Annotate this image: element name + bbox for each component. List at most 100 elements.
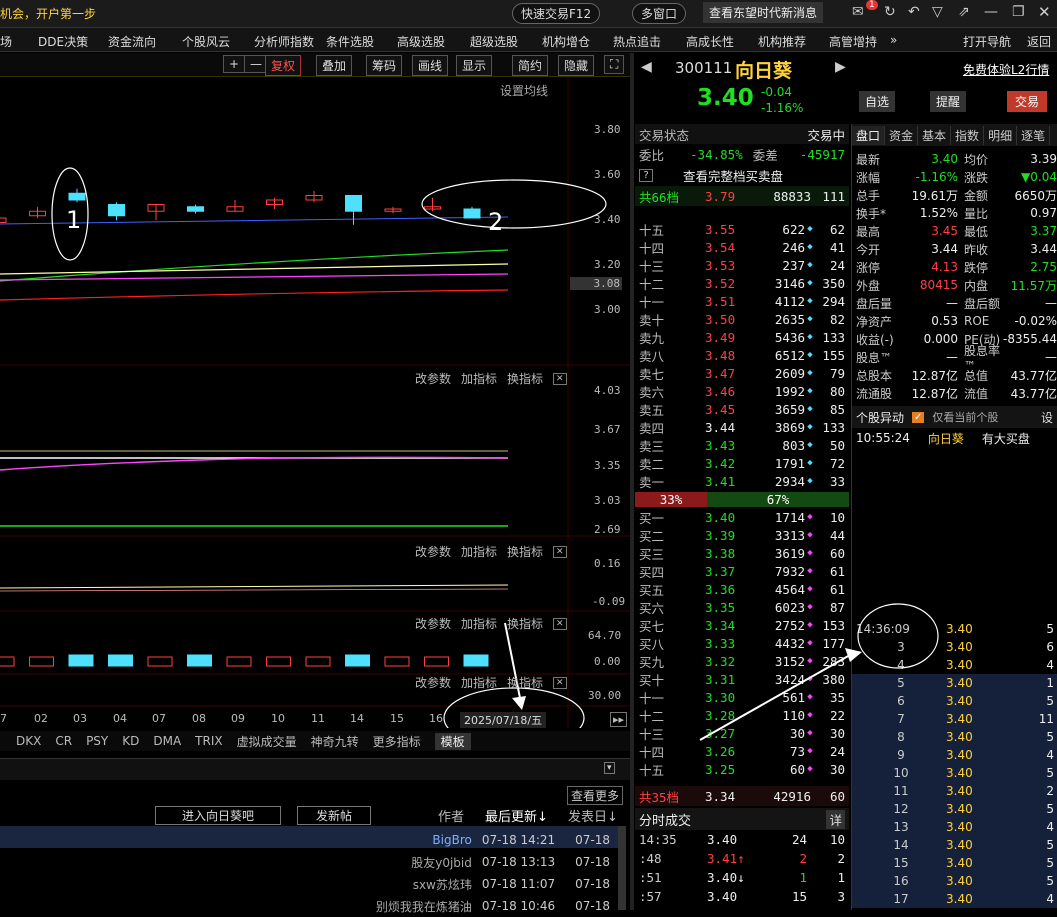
menu-open-nav[interactable]: 打开导航 [963, 33, 1011, 50]
hide-button[interactable]: 隐藏 [558, 55, 595, 76]
share-icon[interactable]: ⇗ [958, 4, 970, 20]
menu-dde[interactable]: DDE决策 [38, 33, 88, 50]
menu-exec[interactable]: 高管增持 [829, 33, 877, 50]
sell-level[interactable]: 卖八 3.48 6512 ◆ 155 [635, 346, 849, 364]
tick-detail-button[interactable]: 详 [826, 809, 845, 829]
full-book-link[interactable]: 查看完整档买卖盘 [683, 166, 783, 185]
mover-row[interactable]: 10:55:24 向日葵 有大买盘 [852, 428, 1057, 448]
ind2-edit-params[interactable]: 改参数 [415, 543, 451, 560]
ind4-close-icon[interactable]: ✕ [553, 676, 567, 689]
sell-level[interactable]: 十三 3.53 237 ◆ 24 [635, 256, 849, 274]
ind2-switch-indicator[interactable]: 换指标 [507, 543, 543, 560]
col-author[interactable]: 作者 [438, 806, 464, 825]
tab-dma[interactable]: DMA [153, 734, 181, 748]
sell-level[interactable]: 十四 3.54 246 ◆ 41 [635, 238, 849, 256]
checkbox-icon[interactable]: ✓ [912, 411, 925, 423]
ind1-add-indicator[interactable]: 加指标 [461, 370, 497, 387]
forum-scrollbar[interactable] [618, 826, 626, 910]
sell-level[interactable]: 卖四 3.44 3869 ◆ 133 [635, 418, 849, 436]
quick-trade-button[interactable]: 快速交易F12 [512, 3, 601, 24]
tab-cr[interactable]: CR [55, 734, 72, 748]
ind4-switch-indicator[interactable]: 换指标 [507, 674, 543, 691]
sell-level[interactable]: 卖三 3.43 803 ◆ 50 [635, 436, 849, 454]
draw-line-button[interactable]: 画线 [412, 55, 449, 76]
ind4-edit-params[interactable]: 改参数 [415, 674, 451, 691]
watchlist-button[interactable]: 自选 [859, 91, 896, 112]
sell-level[interactable]: 卖九 3.49 5436 ◆ 133 [635, 328, 849, 346]
help-icon[interactable]: ? [639, 168, 654, 182]
tab-detail[interactable]: 明细 [984, 125, 1018, 145]
chips-button[interactable]: 筹码 [366, 55, 403, 76]
sell-level[interactable]: 卖五 3.45 3659 ◆ 85 [635, 400, 849, 418]
tab-trix[interactable]: TRIX [195, 734, 222, 748]
menu-growth[interactable]: 高成长性 [686, 33, 734, 50]
ind1-edit-params[interactable]: 改参数 [415, 370, 451, 387]
tab-fund[interactable]: 资金 [885, 125, 919, 145]
alert-button[interactable]: 提醒 [930, 91, 967, 112]
menu-fund-flow[interactable]: 资金流向 [108, 33, 156, 50]
ind2-close-icon[interactable]: ✕ [553, 545, 567, 558]
sell-level[interactable]: 十一 3.51 4112 ◆ 294 [635, 292, 849, 310]
menu-back[interactable]: 返回 [1027, 33, 1051, 50]
tab-psy[interactable]: PSY [86, 734, 108, 748]
col-last-update[interactable]: 最后更新↓ [485, 806, 548, 825]
menu-inst[interactable]: 机构增仓 [542, 33, 590, 50]
display-button[interactable]: 显示 [456, 55, 493, 76]
menu-market[interactable]: 场 [0, 33, 12, 50]
overlay-button[interactable]: 叠加 [316, 55, 353, 76]
minimize-icon[interactable]: — [984, 4, 998, 20]
forum-row[interactable]: sxw苏炫玮 07-18 11:07 07-18 [0, 873, 618, 895]
col-publish[interactable]: 发表日↓ [568, 806, 618, 825]
news-ticker[interactable]: 机会，开户第一步 [0, 5, 96, 22]
tab-kd[interactable]: KD [122, 734, 139, 748]
ind3-close-icon[interactable]: ✕ [553, 617, 567, 630]
forum-row[interactable]: 别烦我我在炼猪油 07-18 10:46 07-18 [0, 895, 618, 917]
sell-level[interactable]: 卖七 3.47 2609 ◆ 79 [635, 364, 849, 382]
tab-template[interactable]: 模板 [434, 732, 471, 750]
prev-stock-icon[interactable]: ◀ [641, 59, 652, 75]
trade-button[interactable]: 交易 [1007, 91, 1048, 112]
tab-pankou[interactable]: 盘口 [852, 125, 886, 145]
buy-level[interactable]: 买三 3.38 3619 ◆ 60 [635, 544, 849, 562]
menu-hot[interactable]: 热点追击 [613, 33, 661, 50]
ma-settings-button[interactable]: 设置均线 [500, 82, 548, 99]
refresh-icon[interactable]: ↻ [884, 4, 896, 20]
ind1-close-icon[interactable]: ✕ [553, 372, 567, 385]
menu-condition[interactable]: 条件选股 [326, 33, 374, 50]
menu-super[interactable]: 超级选股 [470, 33, 518, 50]
sell-level[interactable]: 卖一 3.41 2934 ◆ 33 [635, 472, 849, 490]
movers-settings[interactable]: 设 [1041, 409, 1057, 426]
tab-dkx[interactable]: DKX [16, 734, 41, 748]
enter-forum-button[interactable]: 进入向日葵吧 [155, 806, 281, 825]
shirt-icon[interactable]: ▽ [932, 4, 943, 20]
movers-only-current[interactable]: 仅看当前个股 [932, 409, 998, 425]
adjust-button[interactable]: 复权 [265, 55, 302, 76]
ind2-add-indicator[interactable]: 加指标 [461, 543, 497, 560]
tab-more[interactable]: 更多指标 [373, 733, 421, 750]
menu-advanced[interactable]: 高级选股 [397, 33, 445, 50]
scroll-right-icon[interactable]: ▸▸ [610, 712, 628, 727]
tab-basic[interactable]: 基本 [918, 125, 952, 145]
menu-more[interactable]: » [890, 33, 897, 47]
panel-splitter[interactable] [630, 53, 634, 910]
simple-button[interactable]: 简约 [512, 55, 549, 76]
maximize-icon[interactable]: ❐ [1012, 4, 1025, 20]
ind1-switch-indicator[interactable]: 换指标 [507, 370, 543, 387]
multi-window-button[interactable]: 多窗口 [632, 3, 687, 24]
buy-level[interactable]: 买五 3.36 4564 ◆ 61 [635, 580, 849, 598]
tab-magic9[interactable]: 神奇九转 [311, 733, 359, 750]
buy-level[interactable]: 买一 3.40 1714 ◆ 10 [635, 508, 849, 526]
fullscreen-icon[interactable]: ⛶ [604, 55, 625, 74]
collapse-icon[interactable]: ▾ [604, 762, 615, 774]
l2-trial-link[interactable]: 免费体验L2行情 [963, 61, 1049, 78]
tab-tick[interactable]: 逐笔 [1017, 125, 1051, 145]
close-icon[interactable]: ✕ [1038, 3, 1051, 21]
buy-level[interactable]: 买二 3.39 3313 ◆ 44 [635, 526, 849, 544]
menu-stock-news[interactable]: 个股风云 [182, 33, 230, 50]
new-post-button[interactable]: 发新帖 [297, 806, 371, 825]
full-book-row[interactable]: ? 查看完整档买卖盘 [635, 164, 849, 186]
forum-row[interactable]: BigBro 07-18 14:21 07-18 [0, 829, 618, 851]
buy-level[interactable]: 十五 3.25 60 ◆ 30 [635, 760, 849, 778]
tab-virtual-vol[interactable]: 虚拟成交量 [237, 733, 297, 750]
menu-recommend[interactable]: 机构推荐 [758, 33, 806, 50]
